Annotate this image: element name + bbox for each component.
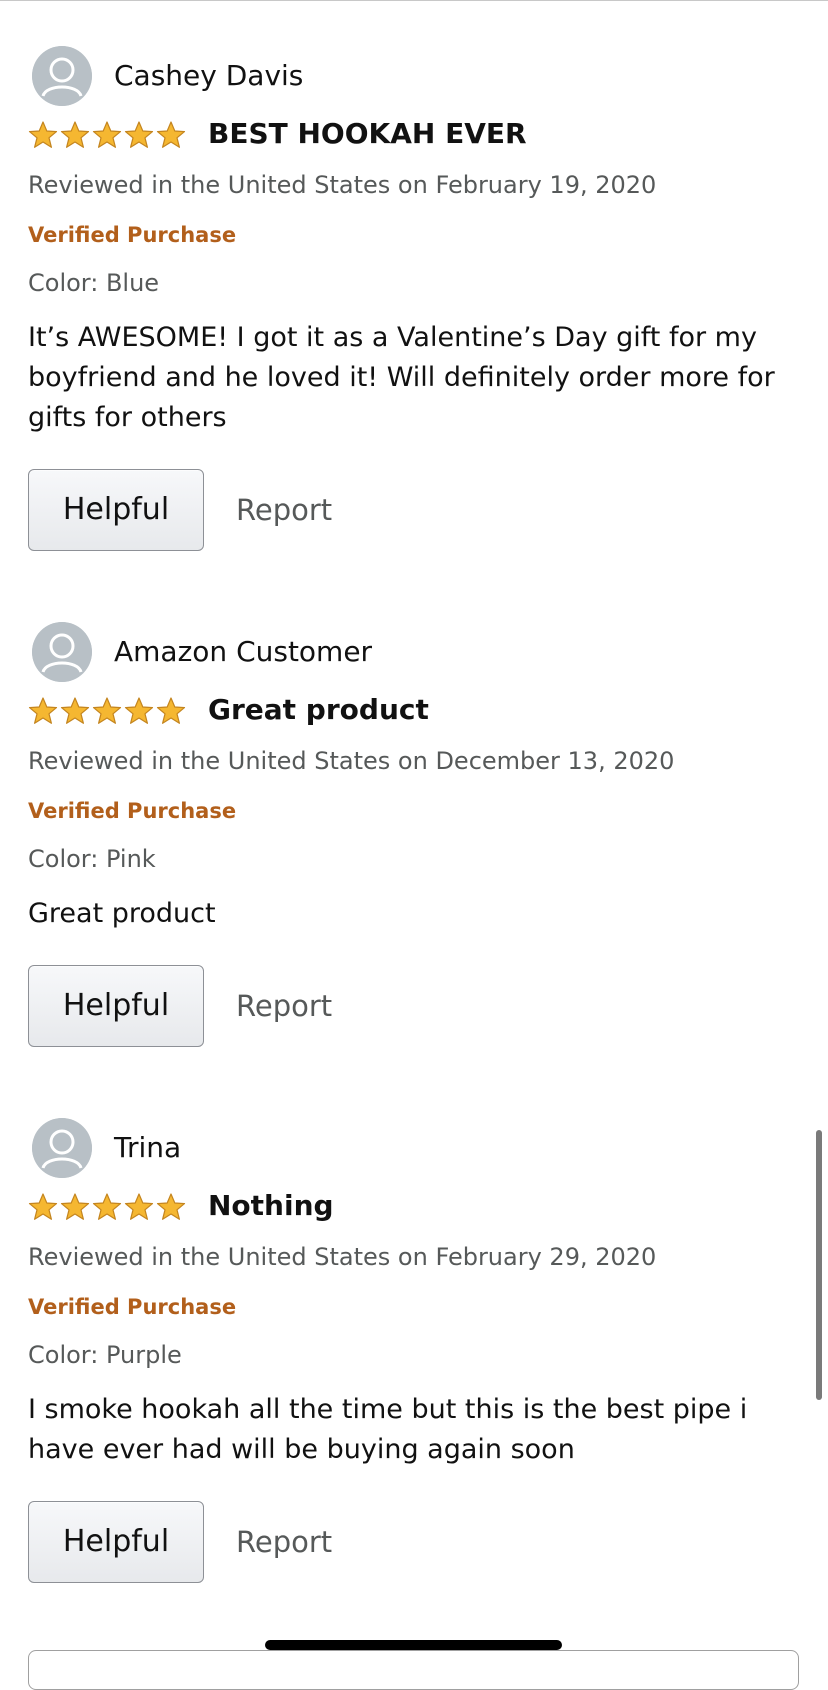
helpful-button[interactable]: Helpful bbox=[28, 965, 204, 1047]
review-date: Reviewed in the United States on Februar… bbox=[28, 1243, 657, 1271]
star-icon bbox=[28, 121, 58, 148]
report-link[interactable]: Report bbox=[236, 493, 332, 527]
star-icon bbox=[60, 121, 90, 148]
review-title[interactable]: Nothing bbox=[208, 1189, 334, 1223]
review-card: Trina Nothing Reviewed in the United Sta… bbox=[0, 1118, 828, 1618]
review-title[interactable]: Great product bbox=[208, 693, 429, 727]
star-icon bbox=[124, 121, 154, 148]
report-link[interactable]: Report bbox=[236, 989, 332, 1023]
review-author[interactable]: Trina bbox=[114, 1131, 181, 1165]
review-date: Reviewed in the United States on Decembe… bbox=[28, 747, 675, 775]
helpful-button[interactable]: Helpful bbox=[28, 1501, 204, 1583]
star-icon bbox=[28, 1193, 58, 1220]
top-divider bbox=[0, 0, 828, 1]
scrollbar[interactable] bbox=[816, 1130, 822, 1400]
review-body: Great product bbox=[28, 898, 216, 929]
star-rating bbox=[28, 120, 186, 150]
user-avatar-icon[interactable] bbox=[32, 622, 92, 682]
star-icon bbox=[92, 121, 122, 148]
next-section-card bbox=[28, 1650, 799, 1690]
review-color-variant: Color: Purple bbox=[28, 1341, 182, 1369]
verified-purchase-badge: Verified Purchase bbox=[28, 1295, 237, 1319]
review-date: Reviewed in the United States on Februar… bbox=[28, 171, 657, 199]
helpful-button[interactable]: Helpful bbox=[28, 469, 204, 551]
review-body: I smoke hookah all the time but this is … bbox=[28, 1394, 748, 1465]
star-icon bbox=[156, 1193, 186, 1220]
star-icon bbox=[60, 1193, 90, 1220]
review-color-variant: Color: Pink bbox=[28, 845, 156, 873]
report-link[interactable]: Report bbox=[236, 1525, 332, 1559]
star-icon bbox=[156, 697, 186, 724]
star-rating bbox=[28, 696, 186, 726]
star-icon bbox=[28, 697, 58, 724]
star-icon bbox=[124, 697, 154, 724]
star-icon bbox=[156, 121, 186, 148]
review-title[interactable]: BEST HOOKAH EVER bbox=[208, 117, 527, 151]
review-card: Cashey Davis BEST HOOKAH EVER Reviewed i… bbox=[0, 46, 828, 551]
star-icon bbox=[60, 697, 90, 724]
star-icon bbox=[92, 697, 122, 724]
review-color-variant: Color: Blue bbox=[28, 269, 160, 297]
review-card: Amazon Customer Great product Reviewed i… bbox=[0, 622, 828, 1122]
verified-purchase-badge: Verified Purchase bbox=[28, 223, 237, 247]
home-indicator[interactable] bbox=[265, 1640, 562, 1650]
review-author[interactable]: Cashey Davis bbox=[114, 59, 303, 93]
user-avatar-icon[interactable] bbox=[32, 1118, 92, 1178]
star-icon bbox=[92, 1193, 122, 1220]
star-rating bbox=[28, 1192, 186, 1222]
verified-purchase-badge: Verified Purchase bbox=[28, 799, 237, 823]
user-avatar-icon[interactable] bbox=[32, 46, 92, 106]
star-icon bbox=[124, 1193, 154, 1220]
review-author[interactable]: Amazon Customer bbox=[114, 635, 372, 669]
review-body: It’s AWESOME! I got it as a Valentine’s … bbox=[28, 322, 775, 433]
